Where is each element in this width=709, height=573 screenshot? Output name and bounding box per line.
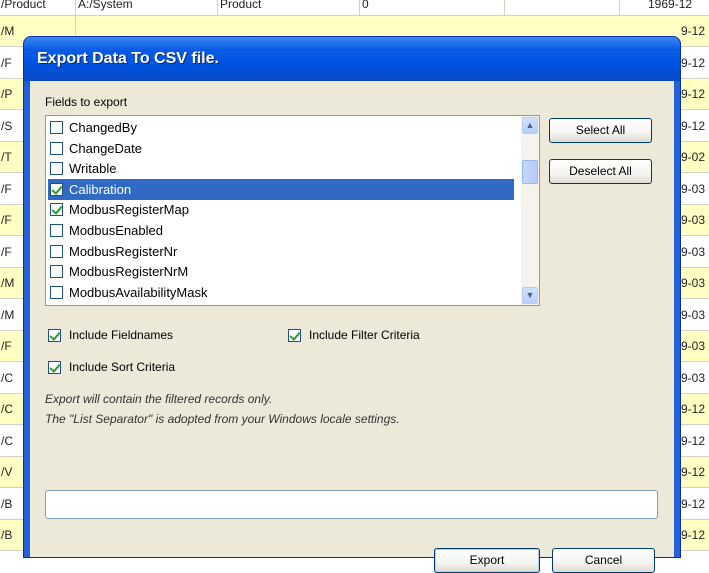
select-all-button[interactable]: Select All xyxy=(549,118,652,143)
include-filter-criteria-label: Include Filter Criteria xyxy=(309,328,420,342)
field-checkbox[interactable] xyxy=(50,121,63,134)
field-label: ModbusAvailabilityMask xyxy=(69,284,208,300)
field-checkbox[interactable] xyxy=(50,244,63,258)
field-label: Calibration xyxy=(69,181,132,197)
dialog-titlebar[interactable]: Export Data To CSV file. xyxy=(24,37,680,81)
field-label: ModbusRegisterMap xyxy=(69,202,189,218)
field-label: ChangedBy xyxy=(69,120,137,135)
export-csv-dialog: Export Data To CSV file. Fields to expor… xyxy=(24,37,680,573)
field-list-item[interactable]: ChangeDate xyxy=(48,138,514,159)
table-cell: A:/System xyxy=(76,0,218,15)
field-list-item[interactable]: ModbusRegisterNrM xyxy=(48,261,514,282)
table-cell: /Product xyxy=(0,0,76,15)
field-checkbox[interactable] xyxy=(50,182,63,196)
field-checkbox[interactable] xyxy=(50,203,63,217)
table-cell: Product xyxy=(218,0,360,15)
deselect-all-button[interactable]: Deselect All xyxy=(549,159,652,184)
field-list-item[interactable]: Calibration xyxy=(48,178,514,200)
cancel-button[interactable]: Cancel xyxy=(552,548,655,573)
include-filter-criteria-checkbox[interactable] xyxy=(288,329,301,342)
dialog-title: Export Data To CSV file. xyxy=(37,50,219,67)
include-sort-criteria-label: Include Sort Criteria xyxy=(69,360,176,374)
field-checkbox[interactable] xyxy=(50,141,63,155)
field-label: ModbusRegisterNr xyxy=(69,243,178,259)
filtered-records-note: Export will contain the filtered records… xyxy=(45,392,273,406)
field-list-item[interactable]: ModbusEnabled xyxy=(48,220,514,241)
table-cell: 0 xyxy=(360,0,505,15)
include-fieldnames-label: Include Fieldnames xyxy=(69,328,174,342)
list-separator-note: The "List Separator" is adopted from you… xyxy=(45,412,400,426)
field-checkbox[interactable] xyxy=(50,285,63,299)
chevron-down-icon[interactable]: ▼ xyxy=(522,287,538,304)
scrollbar-thumb[interactable] xyxy=(522,160,538,184)
field-list-item[interactable]: Writable xyxy=(48,158,514,179)
table-cell xyxy=(505,0,620,15)
fields-listbox[interactable]: ChangedBy ChangeDate Writable Calibration Mo… xyxy=(45,115,540,306)
field-list-item[interactable]: ModbusRegisterNr xyxy=(48,241,514,262)
file-path-input[interactable] xyxy=(45,490,658,519)
export-button[interactable]: Export xyxy=(434,548,540,573)
field-label: ModbusRegisterNrM xyxy=(69,264,189,280)
field-list-item[interactable]: ChangedBy xyxy=(48,117,514,138)
table-row[interactable]: /Product A:/System Product 0 1969-12 xyxy=(0,0,709,16)
field-label: ChangeDate xyxy=(69,140,142,156)
field-checkbox[interactable] xyxy=(50,224,63,237)
field-checkbox[interactable] xyxy=(50,162,63,176)
include-fieldnames-checkbox[interactable] xyxy=(48,329,61,342)
field-label: Writable xyxy=(69,161,117,177)
field-list-item[interactable]: ModbusRegisterMap xyxy=(48,199,514,220)
dialog-body: Fields to export ChangedBy ChangeDate Writ… xyxy=(30,81,674,573)
field-list-item[interactable]: ModbusAvailabilityMask xyxy=(48,282,514,303)
listbox-scrollbar[interactable]: ▲ ▼ xyxy=(521,116,539,305)
fields-to-export-label: Fields to export xyxy=(45,95,128,109)
include-sort-criteria-checkbox[interactable] xyxy=(48,361,61,374)
chevron-up-icon[interactable]: ▲ xyxy=(522,117,538,134)
table-cell: 1969-12 xyxy=(648,0,693,11)
field-checkbox[interactable] xyxy=(50,265,63,279)
field-label: ModbusEnabled xyxy=(69,223,163,238)
